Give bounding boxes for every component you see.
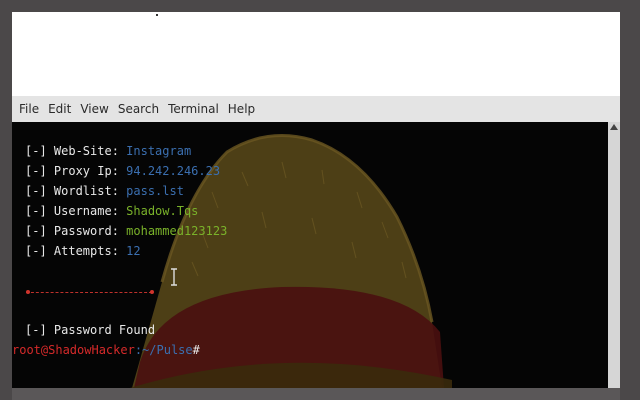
- prompt-symbol: #: [192, 343, 200, 357]
- scroll-up-icon[interactable]: [610, 124, 618, 130]
- menu-terminal[interactable]: Terminal: [168, 102, 219, 116]
- separator-dot: [150, 290, 154, 294]
- line-key: Password:: [53, 224, 127, 238]
- prompt-path: :~/Pulse: [134, 343, 193, 357]
- line-value: Shadow.Tqs: [126, 204, 199, 218]
- line-prefix: [-]: [25, 204, 54, 218]
- output-line-username: [-] Username: Shadow.Tqs: [25, 204, 198, 218]
- output-line-password: [-] Password: mohammed123123: [25, 224, 227, 238]
- line-key: Proxy Ip:: [53, 164, 127, 178]
- menu-search[interactable]: Search: [118, 102, 159, 116]
- separator-dot: [26, 290, 30, 294]
- output-line-wordlist: [-] Wordlist: pass.lst: [25, 184, 184, 198]
- terminal-output: [-] Web-Site: Instagram [-] Proxy Ip: 94…: [12, 122, 608, 388]
- prompt-user-host: root@ShadowHacker: [12, 343, 135, 357]
- output-line-website: [-] Web-Site: Instagram: [25, 144, 191, 158]
- dashed-separator: [26, 292, 152, 293]
- line-key: Web-Site:: [53, 144, 127, 158]
- terminal-window[interactable]: [-] Web-Site: Instagram [-] Proxy Ip: 94…: [12, 122, 608, 388]
- shell-prompt[interactable]: root@ShadowHacker:~/Pulse#: [12, 343, 200, 357]
- line-prefix: [-]: [25, 244, 54, 258]
- line-prefix: [-]: [25, 224, 54, 238]
- line-value: 12: [126, 244, 141, 258]
- line-key: Wordlist:: [53, 184, 127, 198]
- stray-dot: [156, 14, 158, 16]
- output-line-attempts: [-] Attempts: 12: [25, 244, 141, 258]
- line-value: mohammed123123: [126, 224, 228, 238]
- menu-edit[interactable]: Edit: [48, 102, 71, 116]
- line-prefix: [-]: [25, 164, 54, 178]
- line-prefix: [-]: [25, 184, 54, 198]
- menu-bar: File Edit View Search Terminal Help: [12, 96, 620, 123]
- vertical-scrollbar[interactable]: [608, 122, 620, 388]
- line-value: Instagram: [126, 144, 192, 158]
- password-found-line: [-] Password Found: [25, 323, 156, 337]
- line-value: pass.lst: [126, 184, 184, 198]
- menu-view[interactable]: View: [80, 102, 108, 116]
- text-cursor-icon: [171, 268, 177, 286]
- line-prefix: [-]: [25, 144, 54, 158]
- desktop-area: [12, 12, 620, 96]
- menu-file[interactable]: File: [19, 102, 39, 116]
- line-key: Attempts:: [53, 244, 127, 258]
- bottom-border: [12, 388, 620, 400]
- line-value: 94.242.246.23: [126, 164, 221, 178]
- line-key: Username:: [53, 204, 127, 218]
- menu-help[interactable]: Help: [228, 102, 255, 116]
- output-line-proxy: [-] Proxy Ip: 94.242.246.23: [25, 164, 220, 178]
